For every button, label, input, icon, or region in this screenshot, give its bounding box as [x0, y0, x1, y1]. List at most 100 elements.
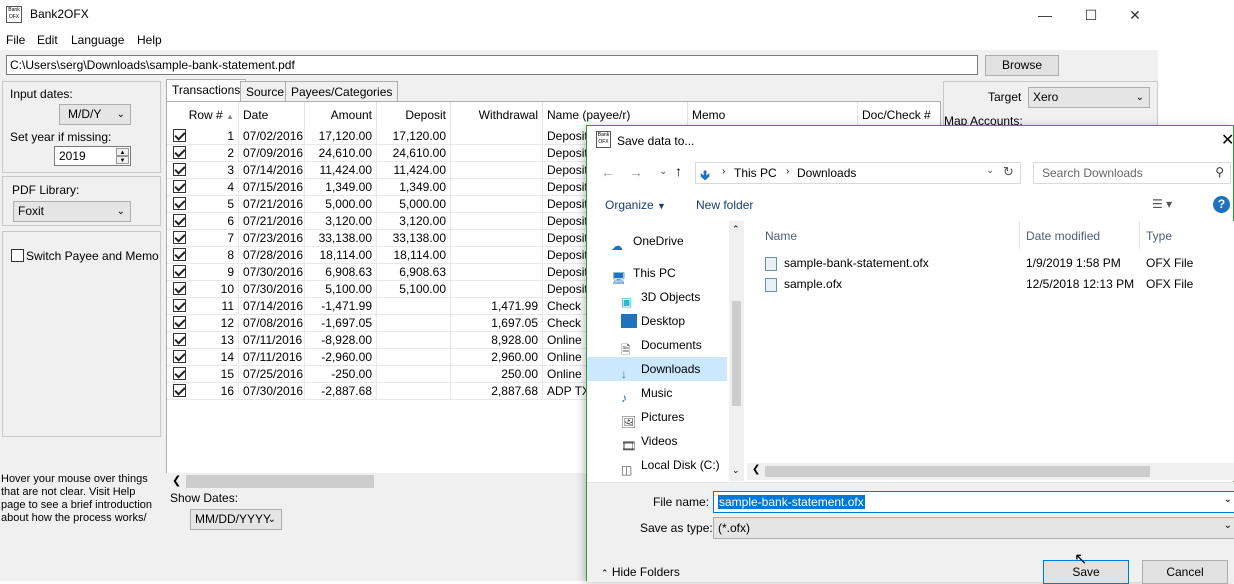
savetype-select[interactable]: (*.ofx) ⌄: [713, 517, 1234, 539]
spin-down-icon[interactable]: ▼: [116, 156, 129, 164]
file-hscrollbar[interactable]: ❮: [747, 463, 1234, 480]
pdf-library-select[interactable]: Foxit ⌄: [13, 201, 131, 222]
cell-date: 07/11/2016: [239, 332, 305, 349]
tab-transactions[interactable]: Transactions: [166, 79, 247, 102]
cell-amount: 3,120.00: [305, 213, 377, 230]
nav-videos[interactable]: 🎞 Videos: [587, 429, 727, 453]
cell-row-number: 9: [167, 264, 239, 281]
sort-up-icon: ▲: [226, 112, 234, 121]
cell-amount: 1,349.00: [305, 179, 377, 196]
scroll-thumb[interactable]: [765, 466, 1150, 477]
chevron-down-icon[interactable]: ⌄: [1224, 494, 1232, 505]
scroll-down-icon[interactable]: ⌄: [732, 465, 740, 476]
new-folder-button[interactable]: New folder: [696, 198, 753, 212]
recent-chevron-icon[interactable]: ⌄: [659, 166, 667, 177]
spin-up-icon[interactable]: ▲: [116, 148, 129, 156]
nav-downloads[interactable]: ↓ Downloads: [587, 357, 727, 381]
nav-pictures[interactable]: 🖼 Pictures: [587, 405, 727, 429]
scroll-thumb[interactable]: [732, 301, 741, 406]
col-date-modified[interactable]: Date modified: [1026, 229, 1100, 243]
nav-3d-objects[interactable]: ▣ 3D Objects: [587, 285, 727, 309]
col-amount[interactable]: Amount: [305, 102, 377, 128]
cell-amount: 18,114.00: [305, 247, 377, 264]
target-label: Target: [988, 90, 1022, 104]
menu-language[interactable]: Language: [71, 33, 124, 47]
cell-row-number: 2: [167, 145, 239, 162]
minimize-icon[interactable]: —: [1022, 0, 1068, 30]
address-bar[interactable]: 🢃 › This PC › Downloads ⌄ ↻: [695, 162, 1021, 184]
nav-music[interactable]: ♪ Music: [587, 381, 727, 405]
nav-desktop[interactable]: Desktop: [587, 309, 727, 333]
year-spinner[interactable]: 2019 ▲ ▼: [54, 146, 131, 166]
target-select[interactable]: Xero ⌄: [1028, 87, 1150, 108]
cancel-button[interactable]: Cancel: [1142, 560, 1228, 584]
nav-onedrive[interactable]: ☁ OneDrive: [587, 229, 727, 253]
show-dates-select[interactable]: MM/DD/YYYY ⌄: [190, 509, 282, 530]
file-path-input[interactable]: C:\Users\serg\Downloads\sample-bank-stat…: [6, 55, 978, 75]
cell-deposit: 6,908.63: [377, 264, 451, 281]
dialog-close-icon[interactable]: ✕: [1221, 130, 1234, 150]
back-arrow-icon[interactable]: ←: [601, 164, 615, 180]
nav-vertical-scrollbar[interactable]: ⌃ ⌄: [729, 221, 744, 481]
tab-payees-categories[interactable]: Payees/Categories: [285, 81, 399, 101]
cell-date: 07/14/2016: [239, 162, 305, 179]
col-date[interactable]: Date: [239, 102, 305, 128]
col-row-number[interactable]: Row # ▲: [167, 102, 239, 128]
cell-withdrawal: [451, 264, 543, 281]
desktop-icon: [621, 314, 637, 328]
address-dropdown-icon[interactable]: ⌄: [986, 165, 994, 176]
cell-withdrawal: 1,697.05: [451, 315, 543, 332]
file-row[interactable]: sample-bank-statement.ofx 1/9/2019 1:58 …: [765, 253, 1225, 274]
scroll-left-icon[interactable]: ❮: [752, 464, 760, 475]
col-withdrawal[interactable]: Withdrawal: [451, 102, 543, 128]
col-type[interactable]: Type: [1146, 229, 1172, 243]
nav-this-pc[interactable]: 🖥 This PC: [587, 261, 727, 285]
refresh-icon[interactable]: ↻: [1003, 164, 1014, 180]
menu-help[interactable]: Help: [137, 33, 162, 47]
menu-edit[interactable]: Edit: [37, 33, 58, 47]
hide-folders-button[interactable]: ⌃ Hide Folders: [601, 565, 680, 579]
nav-documents[interactable]: 🗎 Documents: [587, 333, 727, 357]
view-options-icon[interactable]: ☰ ▾: [1152, 197, 1172, 211]
cell-row-number: 10: [167, 281, 239, 298]
breadcrumb-this-pc[interactable]: This PC: [734, 166, 777, 180]
cell-row-number: 15: [167, 366, 239, 383]
forward-arrow-icon[interactable]: →: [629, 164, 643, 180]
close-icon[interactable]: ✕: [1112, 0, 1158, 30]
scroll-left-icon[interactable]: ❮: [172, 474, 181, 487]
nav-label: 3D Objects: [641, 290, 701, 304]
scroll-thumb[interactable]: [186, 475, 374, 488]
file-row[interactable]: sample.ofx 12/5/2018 12:13 PM OFX File: [765, 274, 1225, 295]
cell-deposit: [377, 383, 451, 400]
breadcrumb-downloads[interactable]: Downloads: [797, 166, 856, 180]
help-icon[interactable]: ?: [1213, 196, 1230, 213]
nav-label: Local Disk (C:): [641, 458, 720, 472]
cell-date: 07/25/2016: [239, 366, 305, 383]
up-arrow-icon[interactable]: ↑: [675, 163, 682, 179]
switch-payee-checkbox[interactable]: [11, 249, 24, 262]
col-deposit[interactable]: Deposit: [377, 102, 451, 128]
organize-button[interactable]: Organize ▼: [605, 198, 666, 212]
horizontal-scrollbar[interactable]: ❮: [166, 473, 586, 490]
maximize-icon[interactable]: ☐: [1068, 0, 1114, 30]
filename-input[interactable]: sample-bank-statement.ofx ⌄: [713, 491, 1234, 513]
cell-date: 07/30/2016: [239, 264, 305, 281]
menu-file[interactable]: File: [6, 33, 25, 47]
file-name: sample-bank-statement.ofx: [784, 256, 929, 270]
tab-source[interactable]: Source: [240, 81, 291, 101]
film-icon: 🎞: [621, 439, 637, 453]
cell-withdrawal: [451, 281, 543, 298]
search-input[interactable]: Search Downloads ⚲: [1033, 162, 1231, 184]
computer-icon: 🖥: [611, 271, 627, 285]
col-file-name[interactable]: Name: [765, 229, 797, 243]
scroll-up-icon[interactable]: ⌃: [732, 224, 740, 235]
input-dates-select[interactable]: M/D/Y ⌄: [59, 104, 131, 125]
cell-withdrawal: [451, 145, 543, 162]
show-dates-value: MM/DD/YYYY: [195, 512, 272, 526]
nav-local-disk[interactable]: ◫ Local Disk (C:): [587, 453, 727, 477]
browse-button[interactable]: Browse: [985, 55, 1059, 76]
hide-folders-label: Hide Folders: [611, 565, 680, 579]
chevron-down-icon: ▼: [657, 201, 666, 211]
music-note-icon: ♪: [621, 391, 627, 405]
nav-label: OneDrive: [633, 234, 684, 248]
